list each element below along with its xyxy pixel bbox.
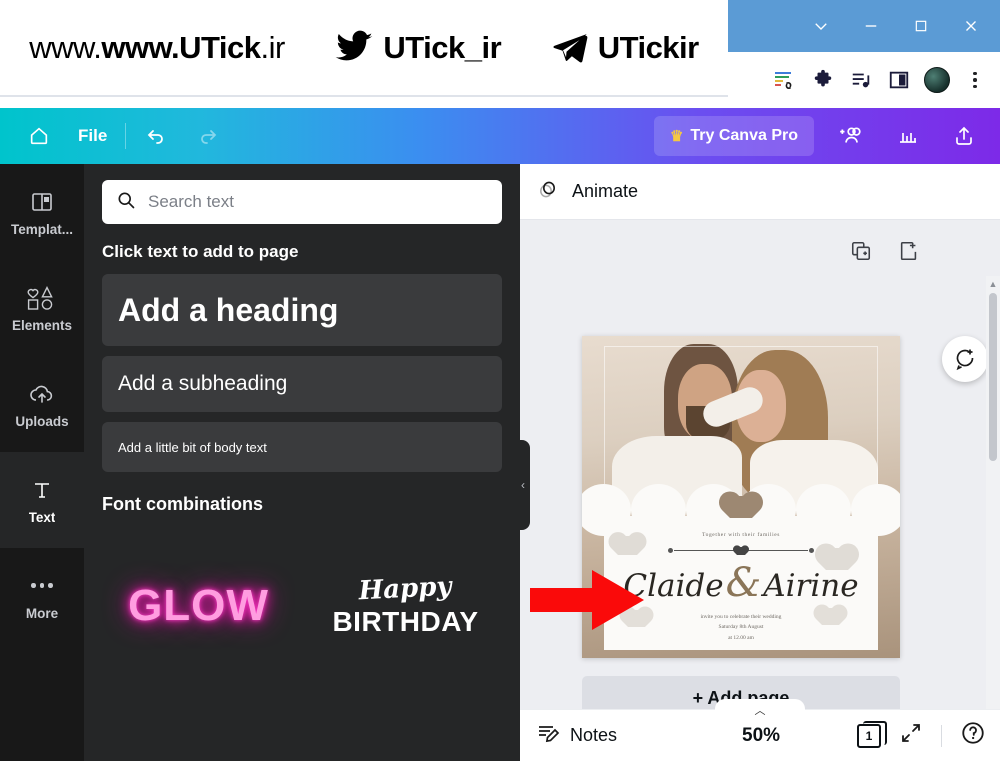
insights-chart-icon[interactable] <box>882 116 934 156</box>
sidebar-label-more: More <box>25 605 59 621</box>
add-heading-card[interactable]: Add a heading <box>102 274 502 346</box>
sidebar-label-elements: Elements <box>11 317 73 333</box>
font-combination-birthday[interactable]: Happy BIRTHDAY <box>309 551 502 661</box>
page-tools <box>850 240 920 267</box>
canvas-area: Together with their families Claide&Airi… <box>520 220 1000 748</box>
minimize-icon[interactable] <box>846 4 896 48</box>
scroll-up-arrow-icon[interactable]: ▲ <box>989 279 998 289</box>
sidebar-item-templates[interactable]: Templat... <box>0 164 84 260</box>
sidebar-item-uploads[interactable]: Uploads <box>0 356 84 452</box>
watermark-website: www.www.UTick.ir <box>29 29 286 65</box>
font-combinations-heading: Font combinations <box>102 494 263 514</box>
twitter-bird-icon <box>331 28 377 68</box>
add-subheading-card[interactable]: Add a subheading <box>102 356 502 412</box>
animate-label[interactable]: Animate <box>572 181 638 202</box>
zoom-level-label[interactable]: 50% <box>742 725 780 747</box>
close-icon[interactable] <box>946 4 996 48</box>
toolbar-divider <box>125 123 127 149</box>
share-upload-icon[interactable] <box>938 116 990 156</box>
sidebar-label-text: Text <box>28 509 56 525</box>
animate-icon <box>536 177 560 206</box>
try-canva-pro-button[interactable]: ♛ Try Canva Pro <box>653 116 814 156</box>
add-body-text-card[interactable]: Add a little bit of body text <box>102 422 502 472</box>
side-panel-icon[interactable] <box>886 67 912 93</box>
watermark-site-tld: .ir <box>260 29 286 65</box>
browser-toolbar <box>728 52 1000 108</box>
annotation-red-arrow <box>530 568 645 637</box>
fullscreen-icon[interactable] <box>899 721 923 750</box>
search-text-box[interactable] <box>102 180 502 224</box>
watermark-twitter-handle: UTick_ir <box>383 29 502 65</box>
search-icon <box>116 190 136 215</box>
sidebar-item-text[interactable]: Text <box>0 452 84 548</box>
try-canva-pro-label: Try Canva Pro <box>690 127 798 144</box>
watermark-telegram: UTickir <box>548 29 699 67</box>
crown-icon: ♛ <box>669 127 684 145</box>
bottom-status-bar: Notes 50% 1 <box>520 709 1000 761</box>
extensions-puzzle-icon[interactable] <box>810 67 836 93</box>
media-playlist-icon[interactable] <box>848 67 874 93</box>
add-page-icon[interactable] <box>898 240 920 267</box>
elements-icon <box>27 284 57 312</box>
panel-heading: Click text to add to page <box>102 242 299 261</box>
redo-button[interactable] <box>182 116 234 156</box>
browser-menu-icon[interactable] <box>962 67 988 93</box>
happy-script-label: Happy <box>358 571 453 607</box>
birthday-block-label: BIRTHDAY <box>332 606 479 637</box>
canvas-vertical-scrollbar[interactable]: ▲ <box>986 276 1000 748</box>
sidebar-item-elements[interactable]: Elements <box>0 260 84 356</box>
animate-toolbar: Animate <box>520 164 1000 220</box>
accent-heart-icon <box>730 496 752 518</box>
canva-editor-screenshot: www.www.UTick.ir UTick_ir UTickir File ♛… <box>0 0 1000 761</box>
templates-icon <box>30 188 54 216</box>
add-comment-button[interactable] <box>942 336 988 382</box>
invitation-line-top: Together with their families <box>702 532 780 538</box>
glow-label: GLOW <box>128 581 269 630</box>
browser-title-bar <box>728 0 1000 52</box>
maximize-icon[interactable] <box>896 4 946 48</box>
vertical-scroll-thumb[interactable] <box>989 293 997 461</box>
chevron-down-icon[interactable] <box>796 4 846 48</box>
undo-button[interactable] <box>130 116 182 156</box>
more-dots-icon <box>31 572 53 600</box>
file-menu-button[interactable]: File <box>64 116 121 156</box>
name-second: Airine <box>763 568 859 604</box>
collapse-panel-handle[interactable]: ‹ <box>516 440 530 530</box>
notes-button[interactable]: Notes <box>520 721 617 750</box>
font-combination-glow[interactable]: GLOW <box>102 551 295 661</box>
watermark-banner: www.www.UTick.ir UTick_ir UTickir <box>0 0 728 97</box>
sidebar-label-templates: Templat... <box>10 221 73 237</box>
ampersand: & <box>725 560 762 606</box>
help-icon[interactable] <box>960 720 986 751</box>
canva-top-toolbar: File ♛ Try Canva Pro <box>0 108 1000 164</box>
home-button[interactable] <box>14 116 64 156</box>
watermark-site-name: www.UTick <box>101 29 261 65</box>
uploads-cloud-icon <box>28 380 56 408</box>
sidebar-label-uploads: Uploads <box>15 413 69 429</box>
notes-pencil-icon <box>536 721 560 750</box>
browser-chrome <box>728 0 1000 108</box>
duplicate-page-icon[interactable] <box>850 240 872 267</box>
decorative-heart-icon <box>618 536 637 555</box>
search-input[interactable] <box>148 192 488 212</box>
sidebar-item-more[interactable]: More <box>0 548 84 644</box>
text-panel: Click text to add to page Add a heading … <box>84 164 520 761</box>
reading-list-icon[interactable] <box>772 67 798 93</box>
add-collaborators-icon[interactable] <box>824 116 878 156</box>
bottom-bar-divider <box>941 724 942 747</box>
text-t-icon <box>30 476 54 504</box>
profile-avatar[interactable] <box>924 67 950 93</box>
telegram-plane-icon <box>548 29 592 67</box>
watermark-twitter: UTick_ir <box>331 28 502 68</box>
page-count-badge[interactable]: 1 <box>857 720 887 748</box>
left-rail: Templat... Elements Uploads Text More <box>0 164 84 761</box>
divider-heart-icon <box>737 547 745 555</box>
watermark-telegram-handle: UTickir <box>597 29 700 65</box>
notes-label: Notes <box>570 725 618 745</box>
invitation-divider <box>668 546 814 556</box>
editor-area: Animate Together with their families Cla… <box>520 164 1000 761</box>
